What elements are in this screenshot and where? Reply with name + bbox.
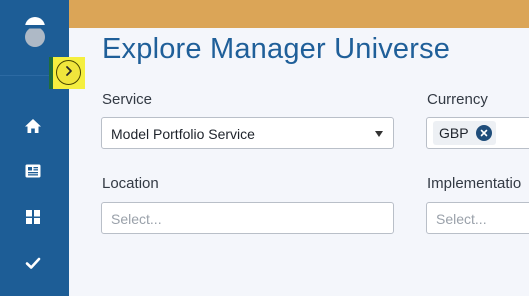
currency-chip-label: GBP: [439, 125, 469, 141]
home-icon[interactable]: [24, 117, 42, 135]
location-label: Location: [102, 175, 159, 192]
top-bar: [69, 0, 529, 28]
dropdown-caret-icon[interactable]: [375, 131, 383, 137]
chevron-right-icon: [63, 64, 75, 82]
implementation-select[interactable]: Select...: [426, 202, 529, 234]
currency-label: Currency: [427, 91, 488, 108]
service-label: Service: [102, 91, 153, 108]
check-icon[interactable]: [24, 254, 42, 272]
currency-select[interactable]: GBP: [426, 117, 529, 149]
dashboard-icon[interactable]: [24, 208, 42, 226]
sidebar-toggle-button[interactable]: [56, 60, 81, 85]
page-title: Explore Manager Universe: [102, 33, 451, 65]
service-select[interactable]: Model Portfolio Service: [101, 117, 394, 149]
service-selected-value: Model Portfolio Service: [111, 126, 255, 142]
implementation-label: Implementatio: [427, 175, 522, 192]
location-placeholder: Select...: [111, 211, 162, 227]
logo-icon: [23, 15, 47, 49]
remove-chip-icon[interactable]: [476, 125, 492, 141]
currency-chip: GBP: [433, 121, 496, 145]
location-select[interactable]: Select...: [101, 202, 394, 234]
implementation-placeholder: Select...: [436, 211, 487, 227]
newspaper-icon[interactable]: [24, 162, 42, 180]
sidebar: [0, 0, 69, 296]
